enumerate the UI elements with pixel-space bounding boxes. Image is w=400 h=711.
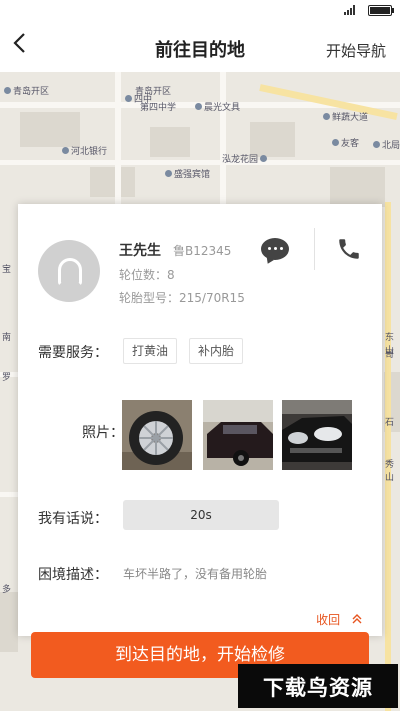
voice-message-button[interactable]: 20s: [123, 500, 279, 530]
map-poi: 鲜蔬大道: [323, 110, 368, 123]
signal-icon: [344, 5, 355, 15]
map-poi: 第四中学: [140, 103, 177, 113]
map-poi: 北局: [373, 138, 400, 151]
service-tag: 打黄油: [123, 338, 178, 364]
start-navigation-button[interactable]: 开始导航: [326, 40, 386, 61]
map-poi: 罗: [2, 373, 12, 383]
divider: [314, 228, 315, 270]
status-bar: [0, 0, 400, 22]
avatar: [38, 240, 100, 302]
double-chevron-up-icon: [352, 614, 362, 624]
tire-model: 轮胎型号：215/70R15: [119, 291, 245, 305]
photo-thumbnail[interactable]: [122, 400, 192, 470]
map-poi: 秀山: [385, 460, 395, 483]
call-button[interactable]: [336, 236, 366, 264]
service-tag: 补内胎: [189, 338, 244, 364]
map-poi: 河北银行: [62, 144, 107, 157]
map-poi: 泓龙花园: [222, 152, 268, 165]
service-label: 需要服务：: [38, 345, 108, 361]
phone-icon: [339, 239, 359, 259]
message-button[interactable]: [261, 238, 289, 260]
map-poi: 友客: [332, 136, 359, 149]
customer-name: 王先生: [119, 243, 161, 259]
description-text: 车坏半路了，没有备用轮胎: [123, 567, 268, 581]
order-detail-card: 王先生 鲁B12345 轮位数：8 轮胎型号：215/70R15 需要服务： 打…: [18, 204, 382, 636]
map-poi: 晨光文具: [195, 100, 240, 113]
voice-label: 我有话说：: [38, 511, 108, 527]
photo-thumbnail[interactable]: [282, 400, 352, 470]
tire-count: 轮位数：8: [119, 268, 175, 282]
collapse-button[interactable]: 收回: [316, 611, 362, 628]
map-poi: 南: [2, 333, 12, 343]
map-poi: 石: [385, 418, 395, 428]
map-poi: 盛强宾馆: [165, 167, 210, 180]
license-plate: 鲁B12345: [173, 244, 232, 258]
map-poi: 青岛开区: [4, 84, 49, 97]
watermark: 下载鸟资源: [238, 664, 398, 708]
navigation-bar: 前往目的地 开始导航: [0, 22, 400, 72]
map-poi: 哥: [385, 350, 395, 360]
map-poi: 多: [2, 585, 12, 595]
collapse-label: 收回: [316, 613, 341, 627]
photo-thumbnail[interactable]: [203, 400, 273, 470]
description-label: 困境描述：: [38, 567, 108, 583]
photos-label: 照片：: [82, 425, 124, 441]
watermark-text: 下载鸟资源: [263, 676, 373, 700]
battery-icon: [368, 5, 394, 16]
map-poi: 宝: [2, 265, 12, 275]
